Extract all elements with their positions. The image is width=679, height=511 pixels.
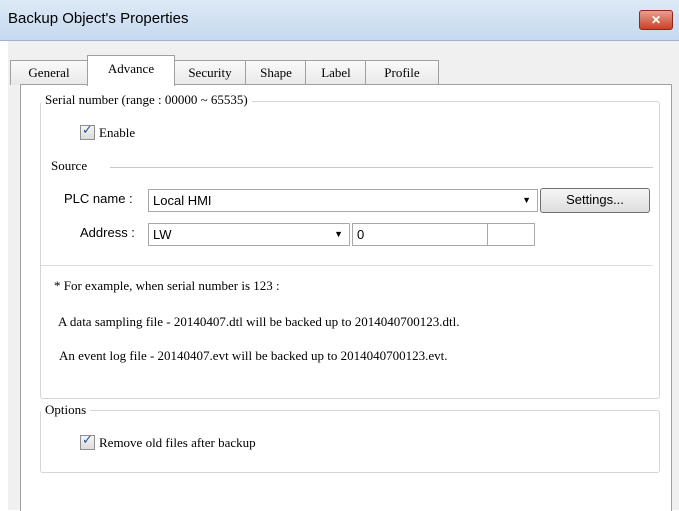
address-type-value: LW: [153, 227, 172, 242]
plc-name-dropdown[interactable]: Local HMI ▼: [148, 189, 538, 212]
address-value-input[interactable]: 0: [352, 223, 491, 246]
tab-profile[interactable]: Profile: [365, 60, 439, 85]
example-heading: * For example, when serial number is 123…: [54, 278, 280, 293]
tab-security[interactable]: Security: [173, 60, 247, 85]
example-evt-text: An event log file - 20140407.evt will be…: [59, 348, 448, 363]
options-legend: Options: [41, 402, 91, 418]
title-bar: Backup Object's Properties ✕: [0, 0, 679, 41]
close-icon: ✕: [650, 13, 662, 27]
tab-general[interactable]: General: [10, 60, 88, 85]
tab-page-advance: Serial number (range : 00000 ~ 65535) En…: [20, 84, 672, 511]
tab-advance[interactable]: Advance: [87, 55, 175, 86]
chevron-down-icon: ▼: [334, 229, 343, 239]
window-title: Backup Object's Properties: [8, 10, 189, 27]
address-label: Address :: [80, 225, 135, 240]
chevron-down-icon: ▼: [522, 195, 531, 205]
serial-number-legend: Serial number (range : 00000 ~ 65535): [41, 92, 252, 108]
close-button[interactable]: ✕: [639, 10, 673, 30]
example-divider: [41, 265, 653, 266]
source-label: Source: [51, 158, 88, 173]
tab-label[interactable]: Label: [305, 60, 367, 85]
tab-shape[interactable]: Shape: [245, 60, 307, 85]
remove-old-files-label: Remove old files after backup: [99, 435, 256, 450]
enable-checkbox[interactable]: [80, 123, 95, 140]
remove-old-files-checkbox[interactable]: [80, 433, 95, 450]
plc-name-value: Local HMI: [153, 193, 212, 208]
enable-label: Enable: [99, 125, 136, 140]
source-divider: [110, 167, 653, 168]
example-dtl-text: A data sampling file - 20140407.dtl will…: [58, 314, 460, 329]
plc-name-label: PLC name :: [64, 191, 133, 206]
address-type-dropdown[interactable]: LW ▼: [148, 223, 350, 246]
settings-button[interactable]: Settings...: [540, 188, 650, 213]
address-extra-input[interactable]: [487, 223, 535, 246]
